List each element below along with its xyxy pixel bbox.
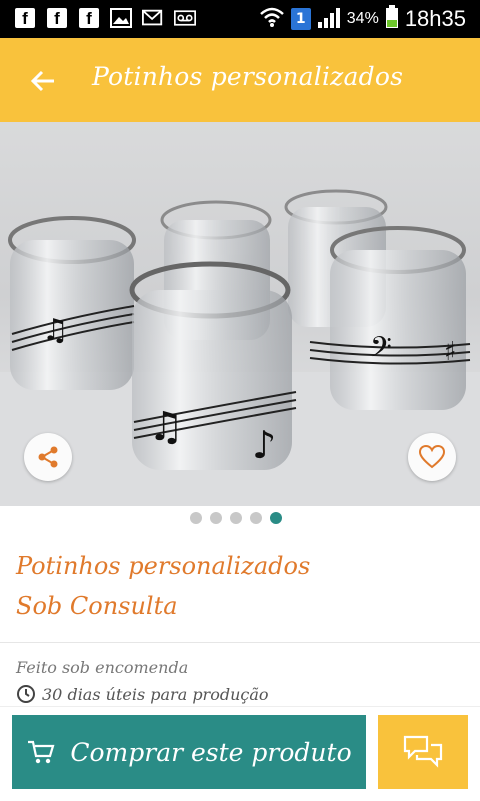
carousel-dot[interactable]	[250, 512, 262, 524]
notification-icons: f f f	[14, 7, 196, 29]
divider	[0, 642, 480, 643]
chat-button[interactable]	[378, 715, 468, 789]
carousel-dot[interactable]	[210, 512, 222, 524]
mail-icon	[142, 7, 164, 29]
clock: 18h35	[404, 6, 466, 31]
svg-text:♫: ♫	[42, 313, 69, 348]
carousel-dot-active[interactable]	[270, 512, 282, 524]
share-icon	[38, 446, 58, 468]
svg-text:𝄢: 𝄢	[370, 331, 392, 371]
app-bar: Potinhos personalizados	[0, 38, 480, 122]
carousel-indicator	[190, 512, 282, 524]
share-button[interactable]	[24, 433, 72, 481]
signal-icon	[317, 6, 341, 32]
battery-percent: 34%	[346, 10, 379, 27]
production-time: 30 dias úteis para produção	[16, 684, 269, 704]
product-price: Sob Consulta	[16, 592, 178, 620]
image-icon	[110, 7, 132, 29]
svg-text:♪: ♪	[252, 423, 276, 467]
facebook-icon: f	[14, 7, 36, 29]
voicemail-icon	[174, 7, 196, 29]
made-to-order-label: Feito sob encomenda	[16, 658, 189, 677]
battery-icon	[385, 5, 399, 33]
product-photo-image: ♫ 𝄢 ♯ ♫ ♪	[0, 189, 480, 506]
clock-icon	[17, 685, 35, 703]
product-title: Potinhos personalizados	[16, 552, 311, 580]
facebook-icon: f	[78, 7, 100, 29]
cart-icon	[28, 740, 55, 764]
back-arrow-icon[interactable]	[26, 64, 60, 98]
sim-badge: 1	[290, 8, 311, 30]
status-bar: f f f 1 34% 18h35	[0, 0, 480, 38]
wifi-icon	[259, 6, 285, 32]
product-photo[interactable]: ♫ 𝄢 ♯ ♫ ♪	[0, 122, 480, 506]
carousel-dot[interactable]	[230, 512, 242, 524]
facebook-icon: f	[46, 7, 68, 29]
status-right: 1 34% 18h35	[259, 4, 466, 34]
svg-text:♯: ♯	[444, 337, 457, 367]
buy-button[interactable]: Comprar este produto	[12, 715, 366, 789]
page-title: Potinhos personalizados	[92, 62, 404, 91]
chat-icon	[403, 735, 443, 768]
heart-icon	[418, 444, 446, 469]
production-time-label: 30 dias úteis para produção	[42, 684, 269, 704]
carousel-dot[interactable]	[190, 512, 202, 524]
favorite-button[interactable]	[408, 433, 456, 481]
buy-button-label: Comprar este produto	[70, 737, 352, 767]
svg-text:♫: ♫	[148, 404, 184, 450]
